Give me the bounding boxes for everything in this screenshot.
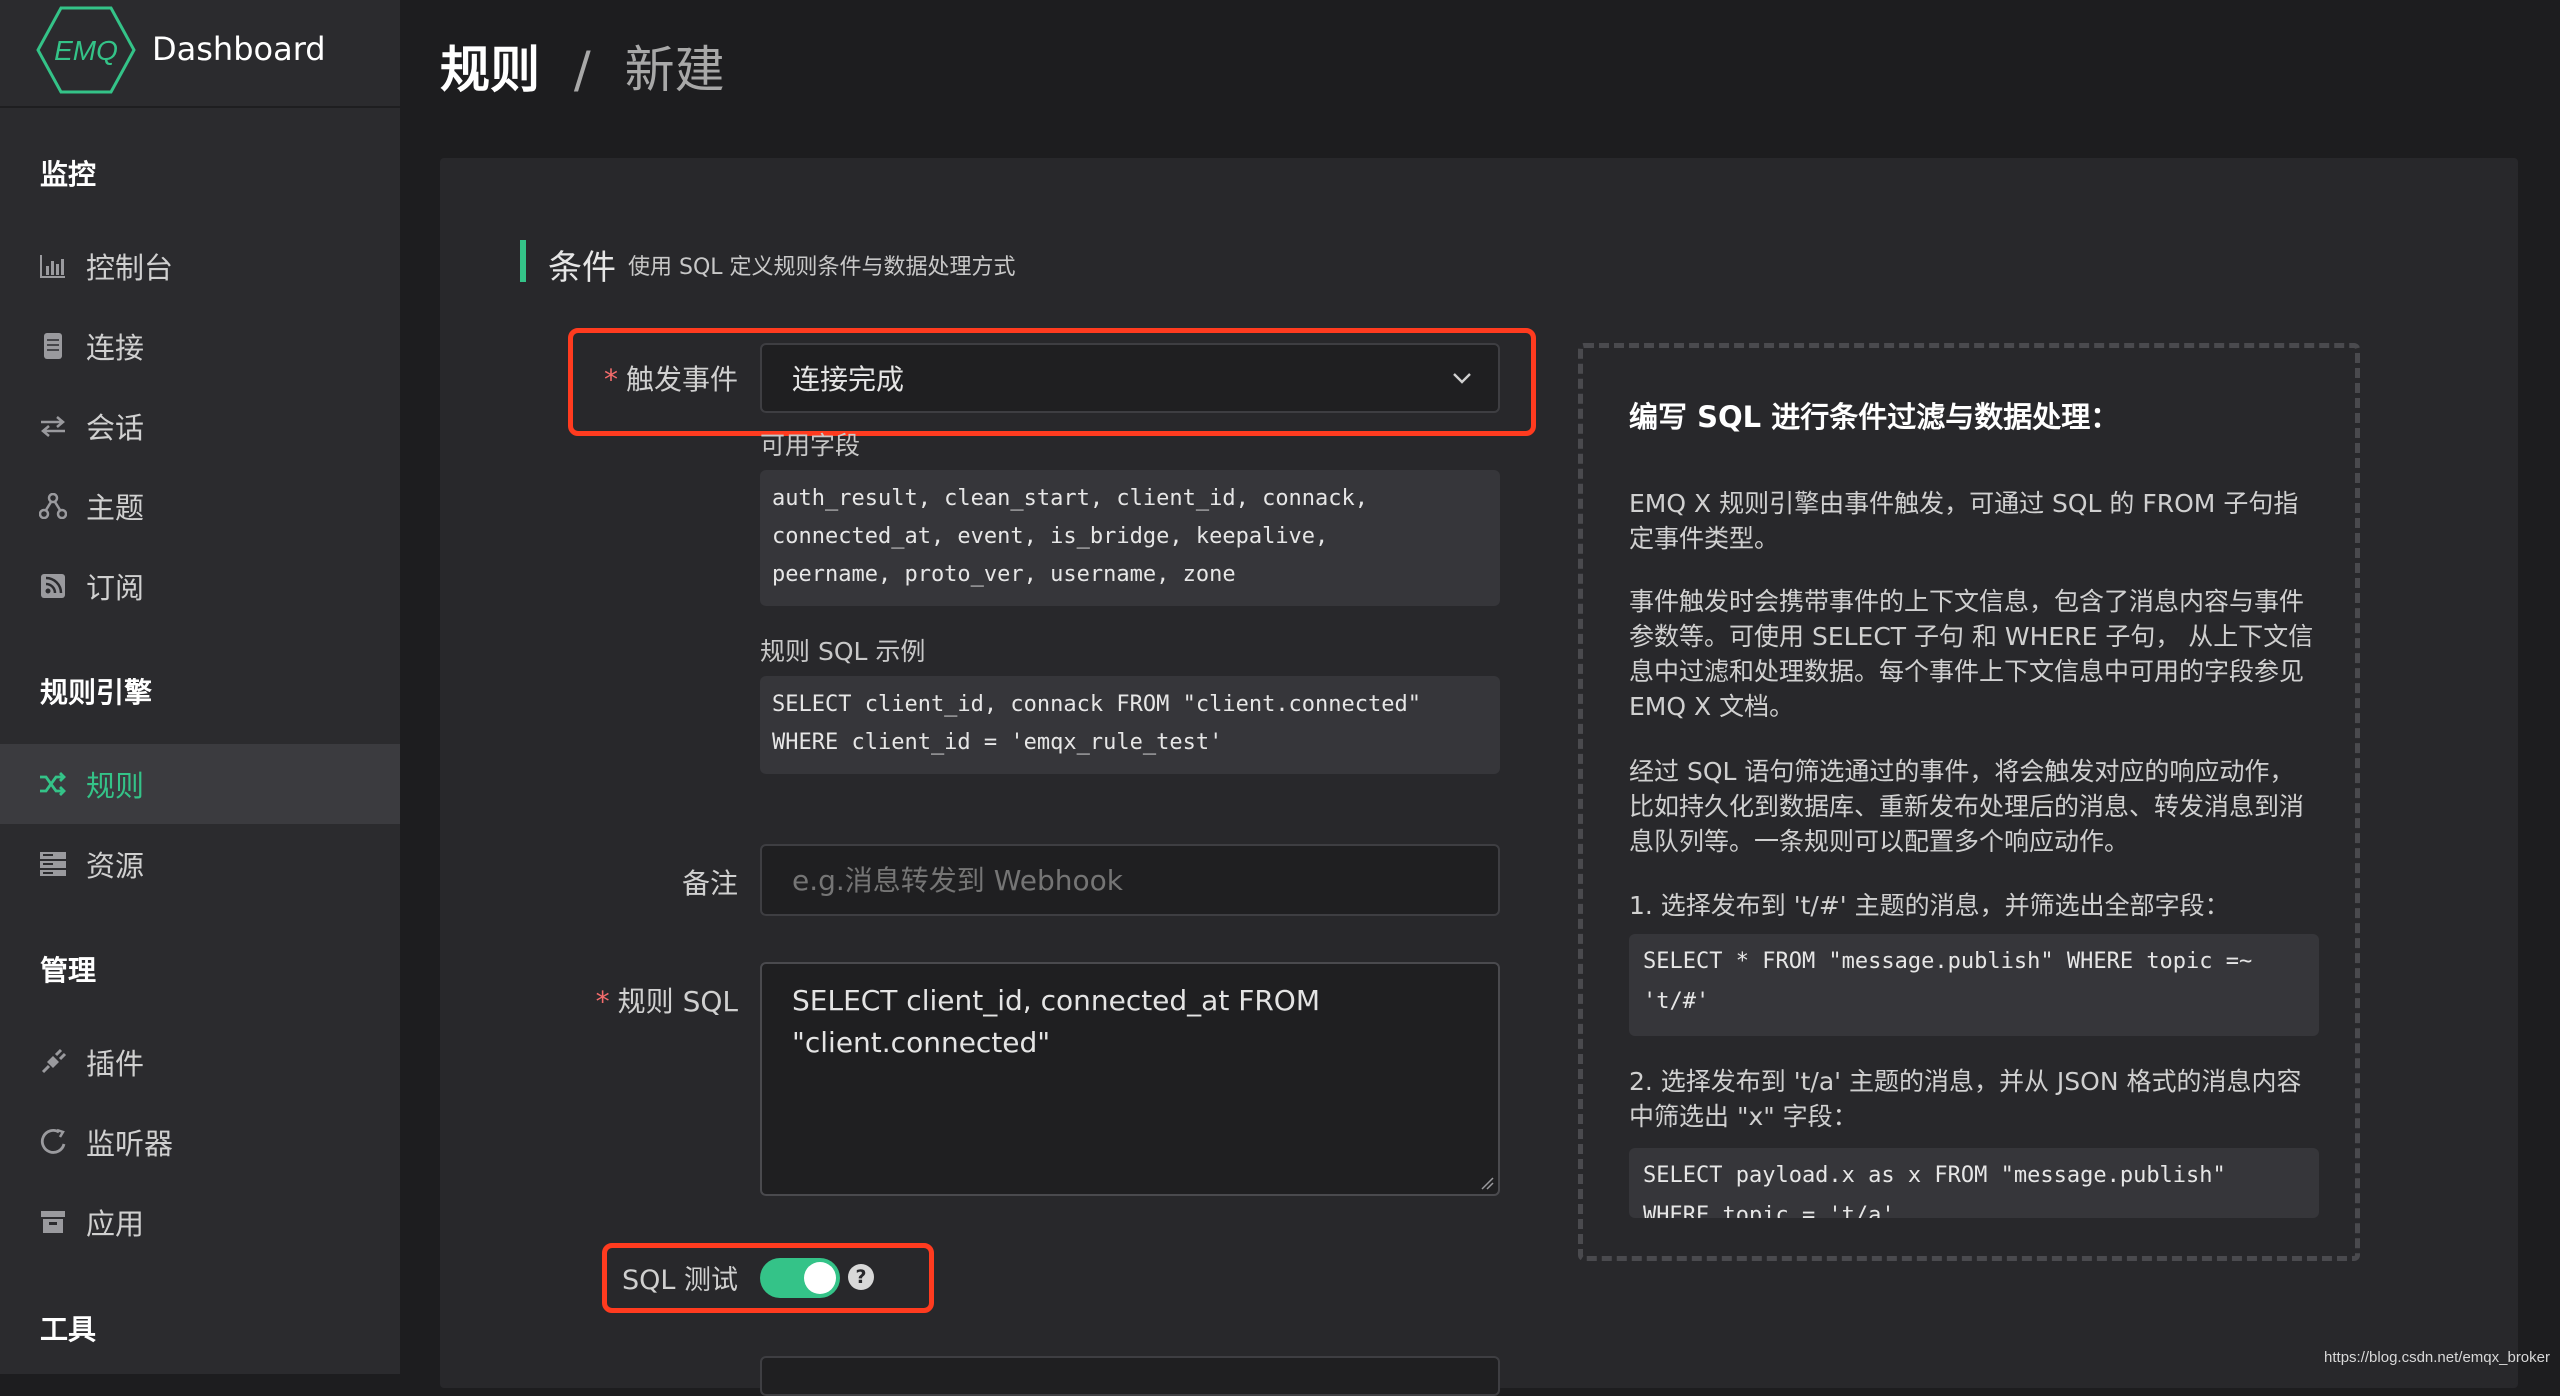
rule-sql-textarea[interactable]: SELECT client_id, connected_at FROM "cli…	[760, 962, 1500, 1196]
sidebar-item-plugins[interactable]: 插件	[0, 1022, 400, 1102]
available-fields-label: 可用字段	[760, 431, 861, 460]
bar-chart-icon	[38, 251, 68, 281]
sidebar-item-dashboard[interactable]: 控制台	[0, 226, 400, 306]
sidebar-item-resources[interactable]: 资源	[0, 824, 400, 904]
topic-tree-icon	[38, 491, 68, 521]
breadcrumb: 规则 / 新建	[440, 30, 725, 102]
help-content: 编写 SQL 进行条件过滤与数据处理： EMQ X 规则引擎由事件触发，可通过 …	[1629, 348, 2319, 1218]
sidebar-item-sessions[interactable]: 会话	[0, 386, 400, 466]
available-fields-code: auth_result, clean_start, client_id, con…	[760, 470, 1500, 606]
listener-icon	[38, 1127, 68, 1157]
help-paragraph-2: 事件触发时会携带事件的上下文信息，包含了消息内容与事件参数等。可使用 SELEC…	[1629, 587, 2314, 721]
help-paragraph-1: EMQ X 规则引擎由事件触发，可通过 SQL 的 FROM 子句指定事件类型。	[1629, 489, 2299, 553]
sidebar-item-connections[interactable]: 连接	[0, 306, 400, 386]
nav-section-rule-engine: 规则引擎	[40, 676, 153, 709]
sidebar-item-apps[interactable]: 应用	[0, 1182, 400, 1262]
sql-test-highlight-box	[602, 1243, 934, 1313]
sidebar-item-label: 资源	[86, 849, 145, 883]
resize-handle-icon[interactable]	[1480, 1176, 1494, 1190]
sidebar-item-subscriptions[interactable]: 订阅	[0, 546, 400, 626]
nav-section-management: 管理	[40, 954, 97, 987]
brand: EMQ Dashboard	[0, 0, 400, 108]
sidebar-item-label: 应用	[86, 1207, 145, 1241]
help-example-2-code: SELECT payload.x as x FROM "message.publ…	[1629, 1148, 2319, 1218]
sidebar-item-label: 插件	[86, 1047, 145, 1081]
device-icon	[38, 331, 68, 361]
svg-text:EMQ: EMQ	[54, 35, 118, 66]
sidebar-item-label: 会话	[86, 411, 145, 445]
example-sql-code: SELECT client_id, connack FROM "client.c…	[760, 676, 1500, 774]
help-title: 编写 SQL 进行条件过滤与数据处理：	[1629, 400, 2120, 434]
help-paragraph-3: 经过 SQL 语句筛选通过的事件，将会触发对应的响应动作，比如持久化到数据库、重…	[1629, 757, 2305, 856]
breadcrumb-new: 新建	[624, 41, 725, 99]
sidebar: EMQ Dashboard 监控 控制台 连接 会话 主题 订阅 规则引擎 规则…	[0, 0, 400, 1374]
breadcrumb-rules[interactable]: 规则	[440, 41, 540, 99]
remark-input[interactable]	[760, 844, 1500, 916]
brand-title: Dashboard	[152, 30, 326, 68]
sidebar-item-rules[interactable]: 规则	[0, 744, 400, 824]
sql-help-panel: 编写 SQL 进行条件过滤与数据处理： EMQ X 规则引擎由事件触发，可通过 …	[1578, 343, 2360, 1261]
sidebar-item-label: 监听器	[86, 1127, 174, 1161]
watermark: https://blog.csdn.net/emqx_broker	[2324, 1349, 2550, 1366]
next-field[interactable]	[760, 1356, 1500, 1396]
nav-section-monitor: 监控	[40, 158, 97, 191]
help-example-2-label: 2. 选择发布到 't/a' 主题的消息，并从 JSON 格式的消息内容中筛选出…	[1629, 1067, 2302, 1131]
nav-section-tools: 工具	[40, 1313, 97, 1346]
sidebar-item-label: 订阅	[86, 571, 145, 605]
rss-icon	[38, 571, 68, 601]
required-mark: *	[595, 985, 610, 1018]
remark-label: 备注	[681, 867, 738, 900]
section-accent-bar	[520, 240, 526, 282]
sidebar-item-listeners[interactable]: 监听器	[0, 1102, 400, 1182]
sidebar-item-topics[interactable]: 主题	[0, 466, 400, 546]
swap-arrows-icon	[38, 411, 68, 441]
sidebar-item-label: 规则	[86, 769, 145, 803]
example-sql-label: 规则 SQL 示例	[760, 637, 926, 666]
server-icon	[38, 849, 68, 879]
sidebar-item-label: 主题	[86, 491, 145, 525]
rule-sql-label-text: 规则 SQL	[617, 985, 738, 1018]
plug-icon	[38, 1047, 68, 1077]
rule-sql-label: * 规则 SQL	[580, 980, 738, 1020]
section-description: 使用 SQL 定义规则条件与数据处理方式	[628, 255, 1016, 280]
shuffle-icon	[38, 769, 68, 799]
emq-logo: EMQ	[36, 6, 136, 94]
event-highlight-box	[568, 328, 1536, 436]
help-example-1-label: 1. 选择发布到 't/#' 主题的消息，并筛选出全部字段：	[1629, 891, 2230, 920]
archive-icon	[38, 1207, 68, 1237]
sidebar-item-label: 连接	[86, 331, 145, 365]
help-example-1-code: SELECT * FROM "message.publish" WHERE to…	[1629, 934, 2319, 1036]
breadcrumb-separator: /	[573, 41, 591, 99]
sidebar-item-label: 控制台	[86, 251, 174, 285]
section-title: 条件	[548, 248, 616, 288]
